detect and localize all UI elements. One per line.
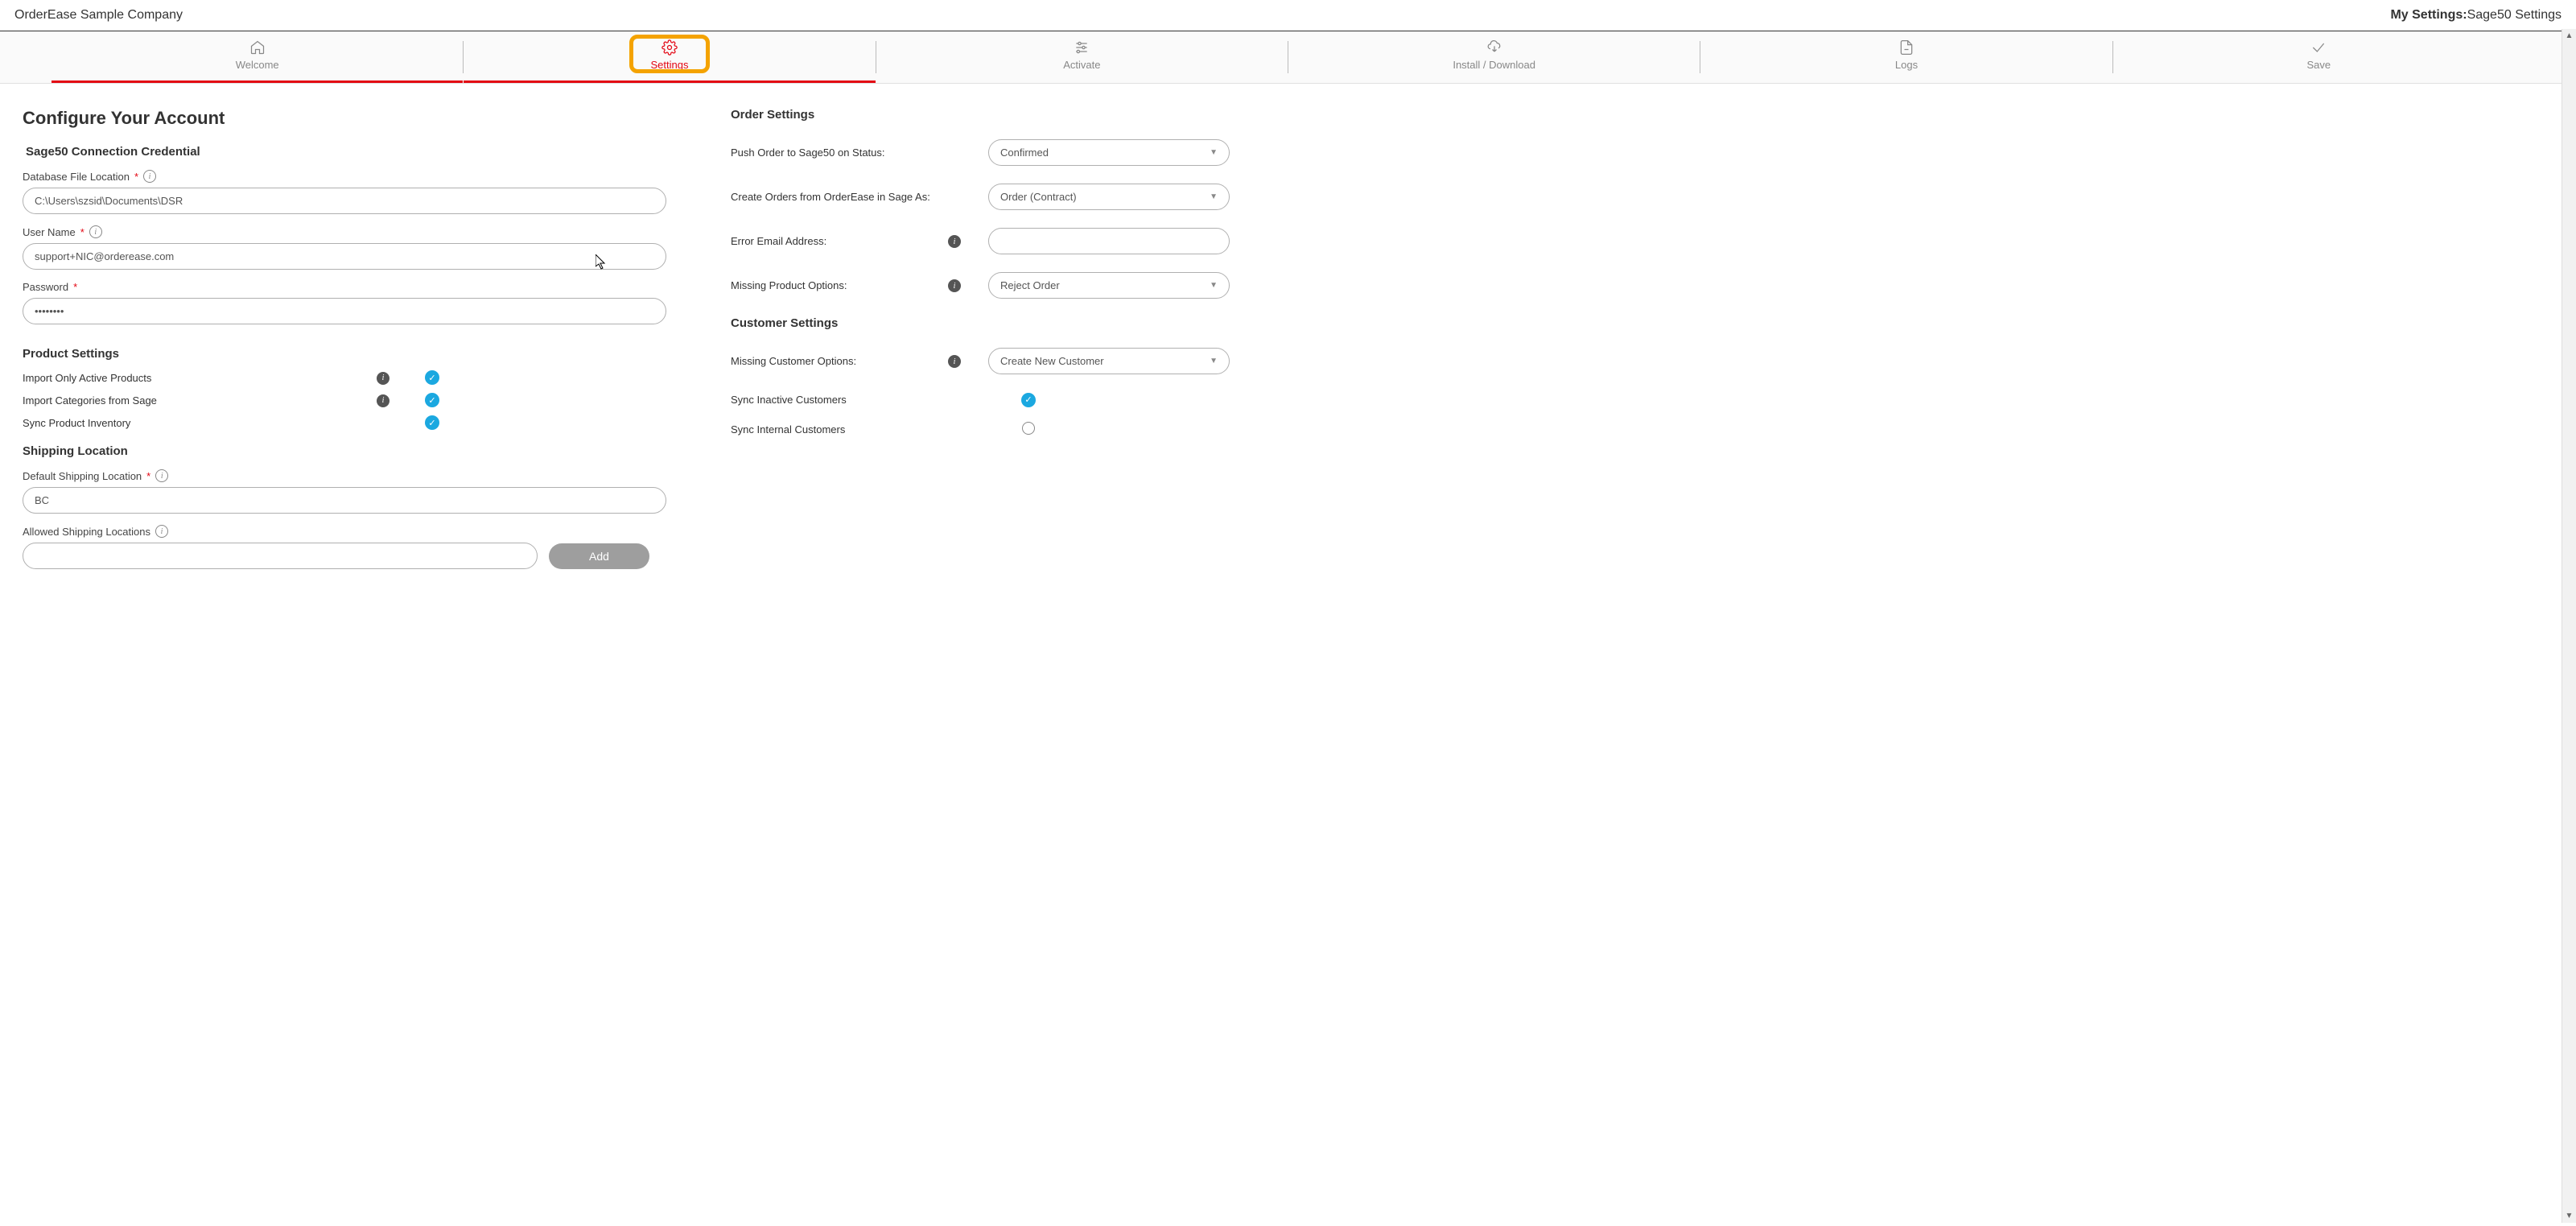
- setting-label: Push Order to Sage50 on Status:: [731, 147, 940, 159]
- info-icon[interactable]: i: [948, 235, 961, 248]
- my-settings-breadcrumb: My Settings:Sage50 Settings: [2390, 8, 2562, 23]
- toggle-off[interactable]: [1022, 422, 1035, 435]
- allowed-shipping-label: Allowed Shipping Locations i: [23, 525, 666, 538]
- select-value: Order (Contract): [1000, 191, 1077, 203]
- file-icon: [1898, 39, 1914, 56]
- gear-icon: [662, 39, 678, 56]
- sync-inactive-customers-row: Sync Inactive Customers ✓: [731, 392, 1230, 407]
- select-value: Create New Customer: [1000, 355, 1104, 367]
- scroll-down-arrow[interactable]: ▼: [2566, 1209, 2574, 1223]
- create-orders-select[interactable]: Order (Contract) ▼: [988, 184, 1230, 210]
- tab-label: Activate: [1063, 59, 1100, 71]
- section-connection-title: Sage50 Connection Credential: [26, 145, 666, 159]
- import-active-products-row: Import Only Active Products i ✓: [23, 370, 666, 385]
- required-mark: *: [146, 470, 150, 482]
- missing-product-select[interactable]: Reject Order ▼: [988, 272, 1230, 299]
- my-settings-label: My Settings:: [2390, 8, 2467, 22]
- section-product-title: Product Settings: [23, 347, 666, 361]
- info-icon[interactable]: i: [155, 525, 168, 538]
- toggle-label: Sync Internal Customers: [731, 423, 1012, 435]
- info-icon[interactable]: i: [155, 469, 168, 482]
- scrollbar[interactable]: ▲ ▼: [2562, 29, 2576, 1223]
- chevron-down-icon: ▼: [1210, 281, 1218, 290]
- toggle-label: Import Categories from Sage: [23, 394, 377, 407]
- tab-label: Install / Download: [1453, 59, 1535, 71]
- home-icon: [249, 39, 266, 56]
- toggle-on[interactable]: ✓: [425, 393, 439, 407]
- section-shipping-title: Shipping Location: [23, 444, 666, 458]
- create-orders-row: Create Orders from OrderEase in Sage As:…: [731, 184, 1230, 210]
- db-location-label: Database File Location * i: [23, 170, 666, 183]
- username-input[interactable]: [23, 243, 666, 270]
- top-bar: OrderEase Sample Company My Settings:Sag…: [0, 0, 2576, 31]
- default-shipping-label: Default Shipping Location * i: [23, 469, 666, 482]
- missing-customer-select[interactable]: Create New Customer ▼: [988, 348, 1230, 374]
- toggle-label: Import Only Active Products: [23, 372, 377, 384]
- tabs-container: Welcome Settings Activate Install / Down…: [0, 31, 2576, 84]
- tab-label: Settings: [651, 59, 689, 71]
- password-label: Password *: [23, 281, 666, 293]
- missing-customer-row: Missing Customer Options: i Create New C…: [731, 348, 1230, 374]
- right-column: Order Settings Push Order to Sage50 on S…: [731, 108, 1230, 1194]
- content-area: Configure Your Account Sage50 Connection…: [0, 84, 2576, 1226]
- import-categories-row: Import Categories from Sage i ✓: [23, 393, 666, 407]
- info-icon[interactable]: i: [948, 355, 961, 368]
- check-icon: [2310, 39, 2327, 56]
- default-shipping-input[interactable]: [23, 487, 666, 514]
- select-value: Reject Order: [1000, 279, 1060, 291]
- sliders-icon: [1074, 39, 1090, 56]
- tab-label: Logs: [1895, 59, 1918, 71]
- page-title: Configure Your Account: [23, 108, 666, 129]
- allowed-shipping-input[interactable]: [23, 543, 538, 569]
- setting-label: Missing Product Options:: [731, 279, 940, 291]
- info-icon[interactable]: i: [377, 394, 389, 407]
- setting-label: Create Orders from OrderEase in Sage As:: [731, 191, 940, 203]
- info-icon[interactable]: i: [948, 279, 961, 292]
- toggle-on[interactable]: ✓: [425, 415, 439, 430]
- cloud-download-icon: [1486, 39, 1502, 56]
- add-button[interactable]: Add: [549, 543, 649, 569]
- toggle-label: Sync Inactive Customers: [731, 394, 1012, 406]
- left-column: Configure Your Account Sage50 Connection…: [23, 108, 666, 1194]
- toggle-on[interactable]: ✓: [1021, 393, 1036, 407]
- error-email-input[interactable]: [988, 228, 1230, 254]
- tab-activate[interactable]: Activate: [876, 31, 1288, 83]
- tab-welcome[interactable]: Welcome: [52, 31, 463, 83]
- setting-label: Missing Customer Options:: [731, 355, 940, 367]
- toggle-label: Sync Product Inventory: [23, 417, 377, 429]
- required-mark: *: [134, 171, 138, 183]
- info-icon[interactable]: i: [89, 225, 102, 238]
- company-name: OrderEase Sample Company: [14, 8, 183, 23]
- sync-internal-customers-row: Sync Internal Customers: [731, 422, 1230, 437]
- section-order-title: Order Settings: [731, 108, 1230, 122]
- sync-inventory-row: Sync Product Inventory ✓: [23, 415, 666, 430]
- required-mark: *: [80, 226, 84, 238]
- required-mark: *: [73, 281, 77, 293]
- error-email-row: Error Email Address: i: [731, 228, 1230, 254]
- chevron-down-icon: ▼: [1210, 192, 1218, 201]
- chevron-down-icon: ▼: [1210, 357, 1218, 365]
- tab-label: Save: [2307, 59, 2331, 71]
- chevron-down-icon: ▼: [1210, 148, 1218, 157]
- username-label: User Name * i: [23, 225, 666, 238]
- setting-label: Error Email Address:: [731, 235, 940, 247]
- tab-logs[interactable]: Logs: [1700, 31, 2112, 83]
- tab-label: Welcome: [236, 59, 279, 71]
- my-settings-value: Sage50 Settings: [2467, 8, 2562, 22]
- db-location-input[interactable]: [23, 188, 666, 214]
- select-value: Confirmed: [1000, 147, 1049, 159]
- push-order-row: Push Order to Sage50 on Status: Confirme…: [731, 139, 1230, 166]
- info-icon[interactable]: i: [377, 372, 389, 385]
- tab-save[interactable]: Save: [2113, 31, 2524, 83]
- toggle-on[interactable]: ✓: [425, 370, 439, 385]
- tab-install-download[interactable]: Install / Download: [1288, 31, 1700, 83]
- scroll-up-arrow[interactable]: ▲: [2566, 29, 2574, 43]
- password-input[interactable]: [23, 298, 666, 324]
- tab-settings[interactable]: Settings: [464, 31, 875, 83]
- info-icon[interactable]: i: [143, 170, 156, 183]
- push-order-select[interactable]: Confirmed ▼: [988, 139, 1230, 166]
- missing-product-row: Missing Product Options: i Reject Order …: [731, 272, 1230, 299]
- section-customer-title: Customer Settings: [731, 316, 1230, 330]
